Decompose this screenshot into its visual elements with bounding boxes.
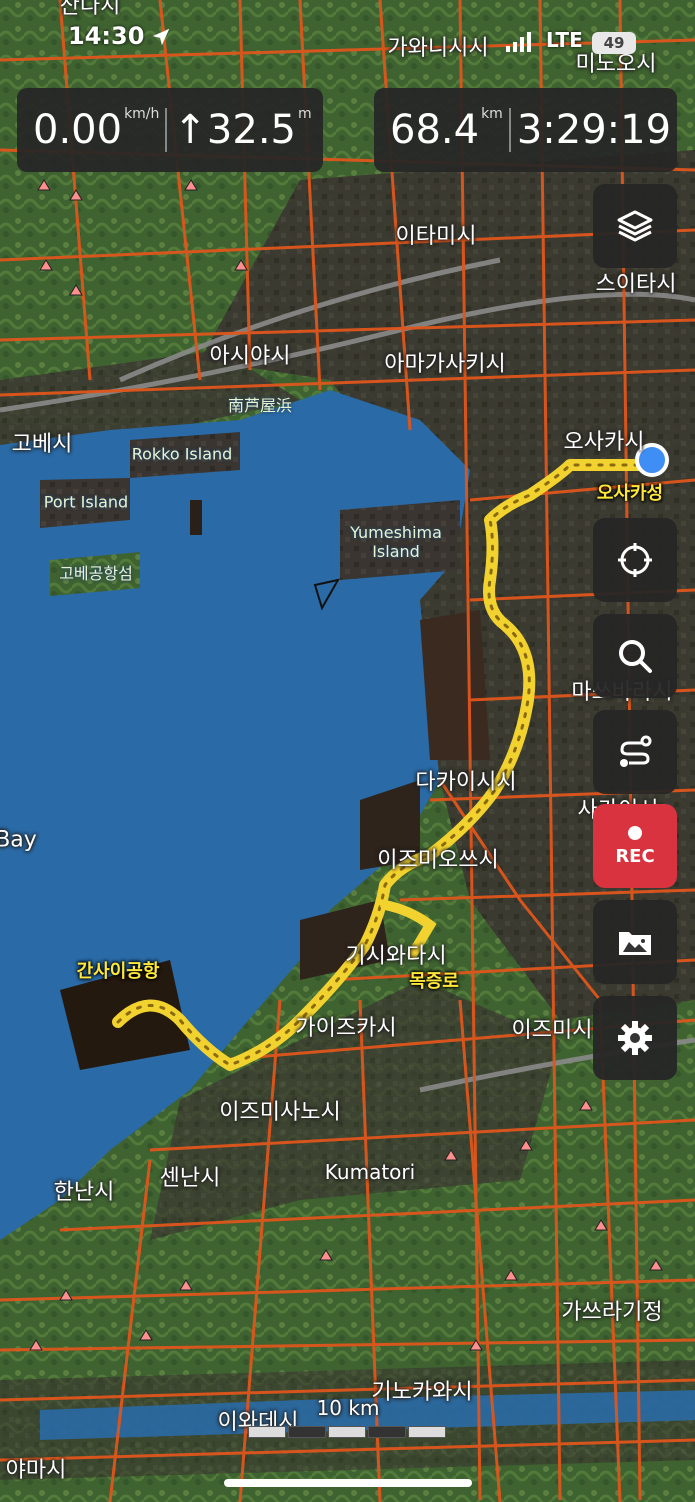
gear-icon (618, 1021, 652, 1055)
route-icon (620, 735, 652, 767)
map-label-izumisano: 이즈미사노시 (219, 1100, 341, 1125)
route-planner-button[interactable] (593, 710, 677, 794)
trip-panel: 68.4 km 3:29:19 (374, 88, 677, 172)
map-label-nanko: 南芦屋浜 (227, 396, 293, 415)
duration-value: 3:29:19 (516, 107, 672, 153)
home-indicator[interactable] (224, 1479, 472, 1487)
location-arrow-icon (150, 26, 172, 54)
map-label-kumatori: Kumatori (324, 1160, 416, 1184)
ascent-unit: m (297, 106, 312, 122)
search-icon (619, 640, 652, 673)
map-label-suita: 스이타시 (595, 272, 677, 297)
map-label-sennan: 센난시 (159, 1166, 221, 1191)
locate-me-button[interactable] (593, 518, 677, 602)
map-label-kinokawa: 기노카와시 (371, 1380, 473, 1405)
crosshair-icon (618, 543, 652, 577)
speed-value: 0.00 (33, 107, 123, 153)
map-canvas[interactable] (0, 0, 695, 1502)
map-label-kishiwada: 기시와다시 (345, 944, 447, 969)
distance-value: 68.4 (390, 107, 480, 153)
settings-button[interactable] (593, 996, 677, 1080)
map-label-kazuragi: 가쓰라기정 (561, 1300, 663, 1325)
map-label-hannan: 한난시 (53, 1180, 115, 1205)
map-label-sanda: 산다시 (59, 0, 121, 19)
map-label-rokko-island: Rokko Island (131, 444, 233, 464)
record-label: REC (615, 845, 655, 867)
speed-panel: 0.00 km/h ↑32.5 m (17, 88, 323, 172)
map-label-amagasaki: 아마가사키시 (384, 352, 506, 377)
scale-label: 10 km (316, 1396, 380, 1420)
distance-unit: km (481, 106, 503, 122)
map-label-mokjeungro: 목증로 (409, 971, 459, 992)
tracks-button[interactable] (593, 900, 677, 984)
layers-icon (617, 210, 653, 242)
map-label-takaishi: 다카이시시 (415, 770, 517, 795)
map-label-izumiotsu: 이즈미오쓰시 (377, 848, 499, 873)
map-label-izumi: 이즈미시 (511, 1018, 593, 1043)
map-label-kaizuka: 가이즈카시 (295, 1016, 397, 1041)
panel-divider (508, 108, 511, 152)
map-layers-button[interactable] (593, 184, 677, 268)
search-button[interactable] (593, 614, 677, 698)
map-label-osaka: 오사카시 (563, 430, 645, 455)
map-folder-icon (619, 932, 651, 955)
record-dot-icon (628, 825, 642, 840)
map-label-yamashi: 야마시 (5, 1458, 67, 1483)
map-label-kobe: 고베시 (11, 432, 73, 457)
status-time: 14:30 (68, 22, 145, 50)
battery-indicator: 49 (592, 32, 636, 54)
speed-unit: km/h (124, 106, 160, 122)
map-label-ashiya: 아시야시 (209, 344, 291, 369)
map-label-bay: Bay (0, 827, 37, 853)
network-type: LTE (546, 28, 583, 52)
ascent-value: ↑32.5 (173, 107, 296, 153)
scale-bar (248, 1426, 448, 1438)
map-label-port-island: Port Island (43, 492, 129, 512)
map-label-kansai-airport: 간사이공항 (76, 961, 160, 982)
panel-divider (165, 108, 168, 152)
map-label-kobe-airport: 고베공항섬 (59, 564, 133, 583)
map-label-osaka-castle: 오사카성 (596, 483, 664, 504)
map-label-itami: 이타미시 (395, 224, 477, 249)
signal-icon (506, 30, 532, 58)
record-button[interactable]: REC (593, 804, 677, 888)
map-label-kawanishi: 가와니시시 (387, 36, 489, 61)
map-label-yumeshima: Yumeshima Island (350, 523, 442, 561)
